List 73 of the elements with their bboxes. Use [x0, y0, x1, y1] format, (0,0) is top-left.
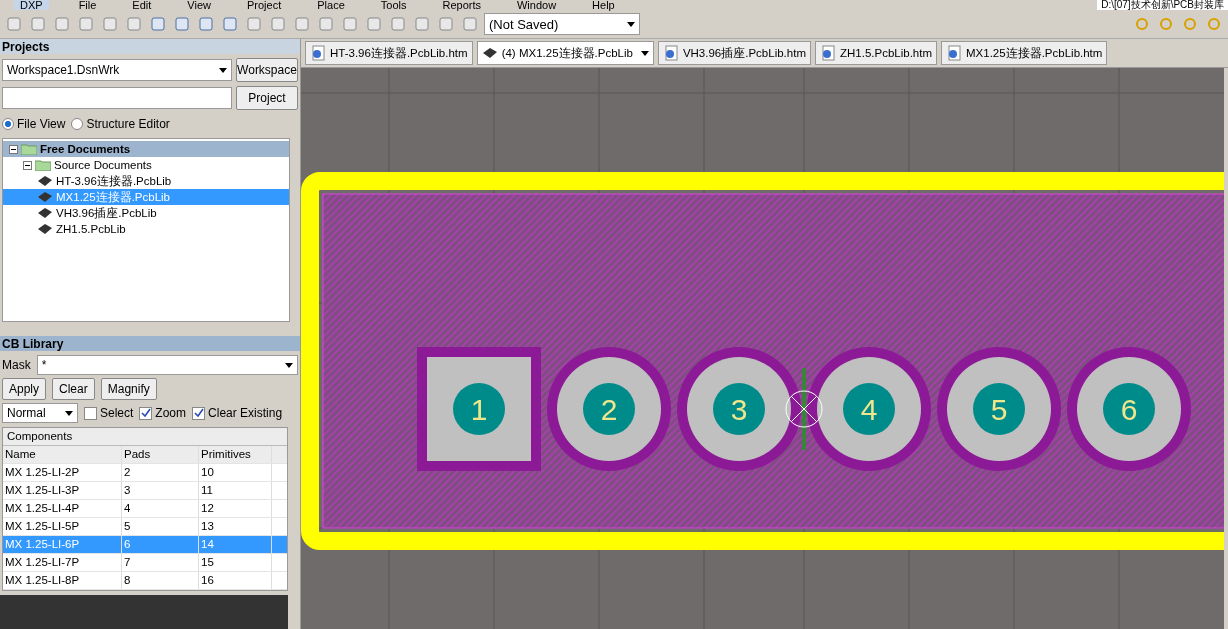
table-title: Components — [3, 428, 287, 446]
option-checkbox[interactable]: Select — [84, 406, 134, 420]
caret-icon — [219, 67, 227, 73]
menu-item[interactable]: View — [181, 0, 217, 10]
menu-item[interactable]: File — [72, 0, 103, 10]
document-tab[interactable]: (4) MX1.25连接器.PcbLib — [476, 41, 654, 65]
collapse-icon[interactable] — [23, 160, 32, 170]
pad: 5 — [937, 347, 1061, 471]
caret-icon — [640, 50, 649, 56]
tree-label: MX1.25连接器.PcbLib — [56, 189, 170, 205]
web-page-icon — [310, 45, 326, 61]
web-page-icon — [946, 45, 963, 61]
magnify-button[interactable]: Magnify — [100, 378, 157, 400]
option-checkbox[interactable]: Zoom — [139, 406, 187, 420]
caret-icon — [627, 21, 635, 27]
caret-icon — [65, 410, 73, 416]
tree-item[interactable]: ZH1.5.PcbLib — [3, 221, 289, 237]
project-field[interactable] — [2, 87, 232, 109]
workspace-button[interactable]: Workspace — [236, 58, 298, 82]
pad: 1 — [417, 347, 541, 471]
apply-button[interactable]: Apply — [2, 378, 47, 400]
tree-item[interactable]: Free Documents — [3, 141, 289, 157]
table-row[interactable]: MX 1.25-LI-7P 7 15 — [3, 554, 287, 572]
mask-dropdown[interactable]: * — [36, 355, 298, 375]
menu-item[interactable]: Project — [241, 0, 288, 10]
panel-title: Projects — [2, 39, 50, 54]
tree-item[interactable]: VH3.96插座.PcbLib — [3, 205, 289, 221]
clear-button[interactable]: Clear — [52, 378, 95, 400]
menu-item[interactable]: Window — [511, 0, 563, 10]
folder-icon — [21, 143, 37, 155]
table-row[interactable]: MX 1.25-LI-8P 8 16 — [3, 572, 287, 590]
tree-label: ZH1.5.PcbLib — [56, 223, 126, 235]
option-checkbox[interactable]: Clear Existing — [192, 406, 283, 420]
table-row[interactable]: MX 1.25-LI-4P 4 12 — [3, 500, 287, 518]
column-header[interactable]: Primitives — [199, 446, 272, 463]
pad: 3 — [677, 347, 801, 471]
view-radio[interactable]: File View — [2, 117, 66, 131]
document-tab[interactable]: HT-3.96连接器.PcbLib.htm — [305, 41, 473, 65]
tree-item[interactable]: HT-3.96连接器.PcbLib — [3, 173, 289, 189]
pad: 4 — [807, 347, 931, 471]
tree-item[interactable]: Source Documents — [3, 157, 289, 173]
table-row[interactable]: MX 1.25-LI-2P 2 10 — [3, 464, 287, 482]
web-page-icon — [820, 45, 836, 61]
table-row[interactable]: MX 1.25-LI-3P 3 11 — [3, 482, 287, 500]
file-path: D:\[07]技术创新\PCB封装库 — [1097, 0, 1228, 10]
document-tab[interactable]: MX1.25连接器.PcbLib.htm — [941, 41, 1108, 65]
menu-item[interactable]: DXP — [14, 0, 49, 10]
mask-label: Mask — [2, 358, 31, 372]
document-tab[interactable]: VH3.96插座.PcbLib.htm — [657, 41, 811, 65]
tree-label: Source Documents — [54, 159, 152, 171]
pad: 6 — [1067, 347, 1191, 471]
workspace-dropdown[interactable]: Workspace1.DsnWrk — [2, 59, 232, 81]
pad: 2 — [547, 347, 671, 471]
menu-item[interactable]: Tools — [374, 0, 413, 10]
column-header[interactable]: Pads — [122, 446, 199, 463]
mode-dropdown[interactable]: Normal — [2, 403, 78, 423]
menu-item[interactable]: Help — [586, 0, 621, 10]
menu-item[interactable]: Place — [311, 0, 351, 10]
tree-label: HT-3.96连接器.PcbLib — [56, 173, 172, 189]
view-config-dropdown[interactable]: (Not Saved) — [484, 13, 640, 35]
folder-icon — [35, 159, 51, 171]
menu-item[interactable]: Edit — [126, 0, 158, 10]
caret-icon — [285, 362, 293, 368]
tree-label: VH3.96插座.PcbLib — [56, 205, 157, 221]
collapse-icon[interactable] — [9, 144, 18, 154]
document-tab[interactable]: ZH1.5.PcbLib.htm — [815, 41, 938, 65]
menu-item[interactable]: Reports — [436, 0, 487, 10]
tree-label: Free Documents — [40, 143, 131, 155]
web-page-icon — [662, 45, 679, 61]
column-header[interactable]: Name — [3, 446, 122, 463]
panel-title: CB Library — [2, 336, 64, 351]
project-button[interactable]: Project — [236, 86, 298, 110]
view-radio[interactable]: Structure Editor — [71, 117, 170, 131]
